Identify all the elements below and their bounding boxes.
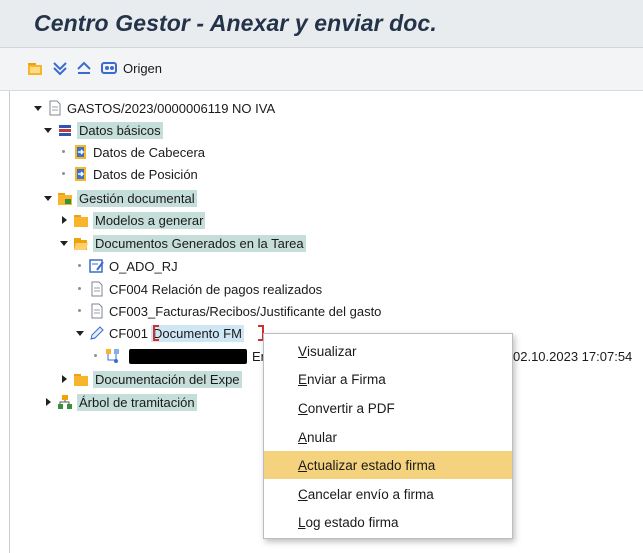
document-icon [91, 281, 103, 297]
node-documentacion-label: Documentación del Expe [93, 370, 242, 388]
tree-root-label: GASTOS/2023/0000006119 NO IVA [67, 100, 276, 116]
menu-accel: E [298, 371, 308, 387]
menu-accel: L [298, 514, 306, 530]
node-cf001-child[interactable]: En [91, 345, 268, 367]
doc-arrow-icon [75, 167, 86, 181]
node-cf001[interactable]: CF001 Documento FM [75, 322, 244, 344]
menu-item-log-estado[interactable]: Log estado firma [264, 508, 512, 536]
folder-orange-icon [28, 63, 42, 75]
menu-item-anular[interactable]: Anular [264, 423, 512, 451]
pen-icon [90, 326, 104, 340]
node-datos-posicion[interactable]: Datos de Posición [59, 163, 198, 185]
menu-text: isualizar [307, 343, 357, 359]
expand-all-icon [53, 62, 67, 76]
menu-text: nular [307, 429, 338, 445]
folder-icon [74, 215, 88, 227]
expand-all-button[interactable] [52, 58, 72, 78]
menu-item-actualizar-estado[interactable]: Actualizar estado firma [264, 451, 512, 479]
node-gestion-documental-label: Gestión documental [77, 189, 197, 207]
node-documentacion[interactable]: Documentación del Expe [59, 368, 242, 390]
menu-text: nviar a Firma [307, 371, 386, 387]
collapse-all-icon [77, 61, 91, 74]
node-datos-cabecera-label: Datos de Cabecera [93, 144, 206, 160]
bullet-icon [59, 169, 69, 179]
node-datos-posicion-label: Datos de Posición [93, 166, 198, 182]
node-modelos-label: Modelos a generar [93, 211, 206, 229]
node-cf001-name: Documento FM [151, 324, 244, 342]
node-cf004[interactable]: CF004 Relación de pagos realizados [75, 278, 322, 300]
collapse-arrow-icon[interactable] [59, 215, 69, 225]
bullet-icon [75, 306, 85, 316]
focus-bracket-left [153, 325, 159, 341]
edit-doc-icon [89, 259, 104, 273]
node-cf001-child-date: 02.10.2023 17:07:54 [513, 345, 632, 367]
node-modelos[interactable]: Modelos a generar [59, 209, 206, 231]
folder-orange-icon [58, 193, 72, 205]
tree-root[interactable]: GASTOS/2023/0000006119 NO IVA [33, 97, 275, 119]
folder-button[interactable] [27, 58, 47, 78]
title-bar: Centro Gestor - Anexar y enviar doc. [0, 0, 643, 48]
bullet-icon [75, 284, 85, 294]
stack-icon [59, 125, 71, 136]
user-tree-icon [106, 349, 119, 363]
node-datos-basicos[interactable]: Datos básicos [43, 119, 163, 141]
node-datos-basicos-label: Datos básicos [77, 121, 163, 139]
menu-item-enviar-firma[interactable]: Enviar a Firma [264, 365, 512, 393]
menu-accel: V [298, 343, 308, 359]
origin-icon [101, 62, 117, 74]
node-documentos-generados[interactable]: Documentos Generados en la Tarea [59, 232, 306, 254]
node-cf001-code: CF001 [109, 325, 149, 341]
page-title: Centro Gestor - Anexar y enviar doc. [34, 10, 437, 36]
redacted-block [129, 348, 247, 364]
node-cf004-label: CF004 Relación de pagos realizados [109, 281, 323, 297]
menu-accel: A [298, 429, 308, 445]
menu-text: onvertir a PDF [307, 400, 395, 416]
bullet-icon [75, 261, 85, 271]
doc-arrow-icon [75, 145, 86, 159]
node-documentos-generados-label: Documentos Generados en la Tarea [93, 234, 306, 252]
node-cf001-name-wrapper: Documento FM [151, 324, 244, 342]
collapse-arrow-icon[interactable] [59, 374, 69, 384]
expand-arrow-icon[interactable] [43, 125, 53, 135]
expand-arrow-icon[interactable] [33, 103, 43, 113]
node-arbol-label: Árbol de tramitación [77, 393, 197, 411]
expand-arrow-icon[interactable] [75, 328, 85, 338]
menu-accel: C [298, 400, 308, 416]
node-cf003-label: CF003_Facturas/Recibos/Justificante del … [109, 303, 382, 319]
menu-text: ancelar envío a firma [307, 486, 434, 502]
menu-item-cancelar-envio[interactable]: Cancelar envío a firma [264, 480, 512, 508]
node-arbol[interactable]: Árbol de tramitación [43, 391, 197, 413]
menu-accel: C [298, 486, 308, 502]
hierarchy-icon [58, 395, 72, 409]
collapse-all-button[interactable] [76, 58, 96, 78]
node-o-ado-label: O_ADO_RJ [109, 258, 178, 274]
expand-arrow-icon[interactable] [59, 238, 69, 248]
menu-text: ctualizar estado firma [307, 457, 436, 473]
document-icon [91, 303, 103, 319]
node-cf003[interactable]: CF003_Facturas/Recibos/Justificante del … [75, 300, 381, 322]
menu-item-visualizar[interactable]: Visualizar [264, 337, 512, 365]
menu-text: og estado firma [305, 514, 399, 530]
origin-label: Origen [123, 60, 163, 76]
context-menu: Visualizar Enviar a Firma Convertir a PD… [263, 333, 513, 539]
bullet-icon [91, 351, 101, 361]
collapse-arrow-icon[interactable] [43, 397, 53, 407]
node-cf001-child-date-text: 02.10.2023 17:07:54 [513, 348, 633, 364]
node-o-ado[interactable]: O_ADO_RJ [75, 255, 178, 277]
folder-icon [74, 374, 88, 386]
bullet-icon [59, 147, 69, 157]
menu-accel: A [298, 457, 308, 473]
node-gestion-documental[interactable]: Gestión documental [43, 187, 197, 209]
origin-button[interactable]: Origen [101, 58, 162, 78]
open-folder-icon [74, 238, 88, 250]
node-datos-cabecera[interactable]: Datos de Cabecera [59, 141, 205, 163]
toolbar: Origen [0, 48, 643, 91]
document-icon [49, 100, 61, 116]
menu-item-convertir-pdf[interactable]: Convertir a PDF [264, 394, 512, 422]
expand-arrow-icon[interactable] [43, 193, 53, 203]
